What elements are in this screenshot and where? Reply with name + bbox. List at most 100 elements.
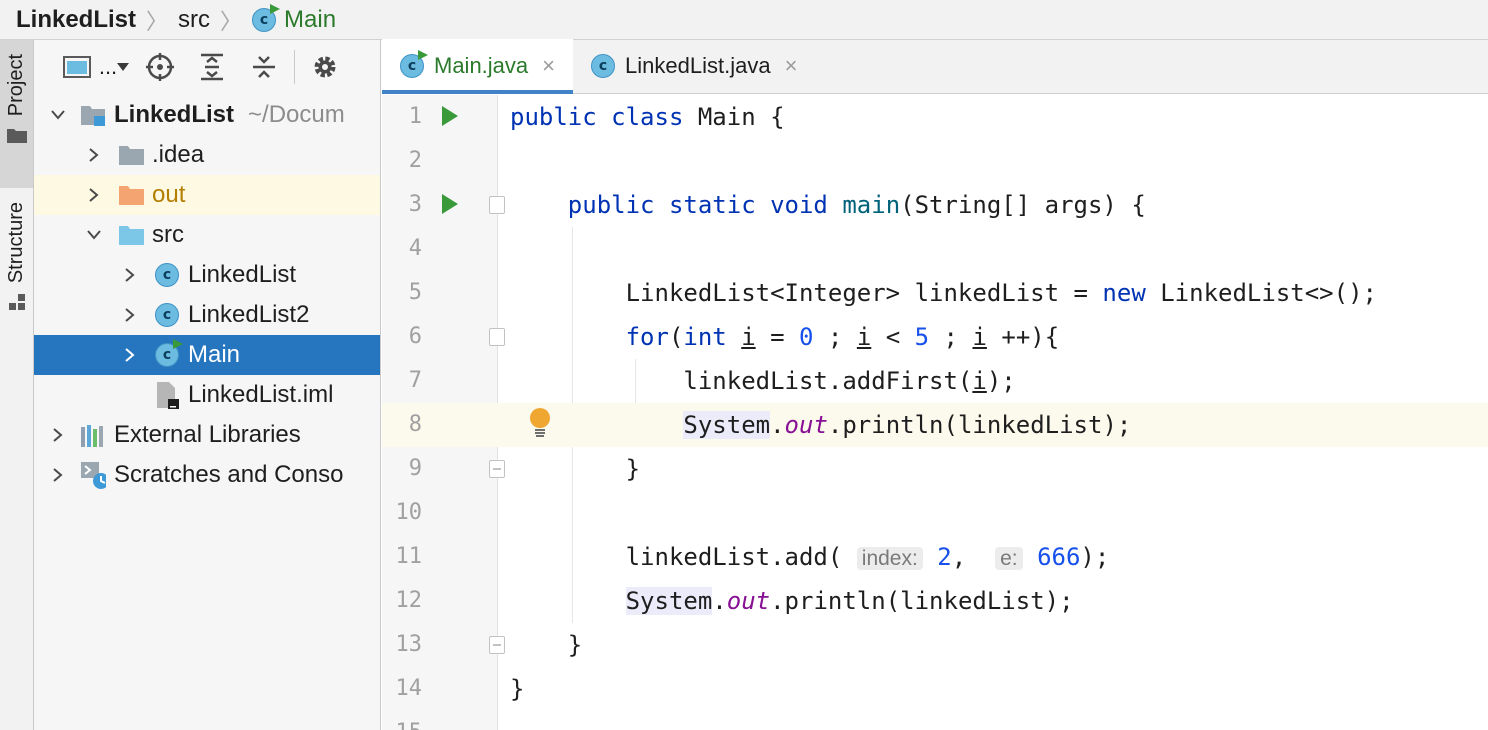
code-area[interactable]: 1 public class Main { 2 3 public static …: [382, 95, 1488, 730]
code-text: public static void main(String[] args) {: [567, 191, 1146, 219]
line-number: 6: [408, 324, 422, 349]
code-line: 3 public static void main(String[] args)…: [382, 183, 1488, 227]
code-line: 2: [382, 139, 1488, 183]
settings-button[interactable]: [299, 47, 351, 87]
close-icon[interactable]: ×: [785, 53, 798, 79]
code-line: 12 System.out.println(linkedList);: [382, 579, 1488, 623]
structure-icon: [8, 294, 25, 311]
java-class-run-icon: c: [154, 339, 183, 368]
chevron-right-icon[interactable]: [84, 175, 104, 215]
code-line: 5 LinkedList<Integer> linkedList = new L…: [382, 271, 1488, 315]
tree-root-path: ~/Docum: [248, 101, 345, 128]
code-text: System.out.println(linkedList);: [625, 587, 1074, 615]
code-line: 11 linkedList.add( index: 2, e: 666);: [382, 535, 1488, 579]
breadcrumb-file-label: Main: [284, 5, 337, 33]
chevron-right-icon[interactable]: [120, 335, 140, 375]
line-number: 1: [408, 104, 422, 129]
code-text: linkedList.add( index: 2, e: 666);: [510, 543, 1110, 571]
code-text: System.out.println(linkedList);: [683, 411, 1132, 439]
navigation-bar: LinkedList 〉 src 〉 c Main: [0, 0, 1488, 40]
line-number: 8: [408, 412, 422, 437]
tree-label-external-libraries: External Libraries: [114, 421, 301, 448]
tree-item-linkedlist2[interactable]: c LinkedList2: [34, 295, 380, 335]
structure-tab-label: Structure: [5, 202, 27, 284]
view-mode-dropdown[interactable]: ...: [58, 47, 134, 87]
tree-item-idea[interactable]: .idea: [34, 135, 380, 175]
module-folder-icon: [80, 102, 106, 128]
project-tab-label: Project: [5, 54, 27, 117]
java-class-icon: c: [154, 302, 180, 328]
iml-file-icon: [154, 382, 180, 409]
tree-label-scratches: Scratches and Conso: [114, 461, 344, 488]
locate-button[interactable]: [134, 47, 186, 87]
tree-item-project-root[interactable]: LinkedList ~/Docum: [34, 95, 380, 135]
collapse-all-button[interactable]: [238, 47, 290, 87]
tree-label-iml: LinkedList.iml: [188, 381, 334, 408]
library-icon: [80, 422, 106, 448]
run-icon[interactable]: [442, 194, 458, 214]
code-line: 1 public class Main {: [382, 95, 1488, 139]
expand-all-icon: [201, 53, 223, 81]
chevron-right-icon[interactable]: [120, 295, 140, 335]
tree-item-out[interactable]: out: [34, 175, 380, 215]
chevron-right-icon[interactable]: [48, 455, 68, 495]
breadcrumb-separator-icon: 〉: [220, 8, 243, 34]
editor-tab-bar: c Main.java × c LinkedList.java ×: [382, 39, 1488, 94]
chevron-right-icon[interactable]: [84, 135, 104, 175]
tree-item-scratches[interactable]: Scratches and Conso: [34, 455, 380, 495]
line-number: 13: [395, 632, 423, 657]
tool-window-strip: Project Structure: [0, 40, 34, 730]
project-tool-tab[interactable]: Project: [0, 40, 33, 188]
folder-icon: [6, 129, 27, 144]
tree-label-linkedlist: LinkedList: [188, 261, 297, 288]
breadcrumb-file[interactable]: c Main: [252, 3, 337, 34]
code-text: public class Main {: [510, 103, 785, 131]
line-number: 2: [408, 148, 422, 173]
tree-item-linkedlist[interactable]: c LinkedList: [34, 255, 380, 295]
source-folder-icon: [118, 222, 144, 248]
tree-item-iml[interactable]: LinkedList.iml: [34, 375, 380, 415]
breadcrumb-project[interactable]: LinkedList: [16, 6, 136, 34]
tree-item-src[interactable]: src: [34, 215, 380, 255]
code-text: linkedList.addFirst(i);: [510, 367, 1016, 395]
code-line: 9 }: [382, 447, 1488, 491]
fold-icon[interactable]: [489, 196, 505, 214]
fold-icon[interactable]: [489, 328, 505, 346]
project-toolbar: ...: [34, 40, 380, 94]
structure-tool-tab[interactable]: Structure: [0, 202, 33, 352]
code-line: 13 }: [382, 623, 1488, 667]
chevron-right-icon[interactable]: [48, 415, 68, 455]
line-number: 15: [382, 720, 423, 730]
locate-icon: [146, 53, 174, 81]
chevron-down-icon[interactable]: [84, 215, 104, 255]
code-text: }: [510, 675, 525, 703]
code-line: 6 for(int i = 0 ; i < 5 ; i ++){: [382, 315, 1488, 359]
chevron-down-icon[interactable]: [48, 95, 68, 135]
tab-main-java[interactable]: c Main.java ×: [382, 39, 574, 94]
tree-label-src: src: [152, 221, 184, 248]
tab-linkedlist-java[interactable]: c LinkedList.java ×: [573, 39, 815, 93]
code-line: 14 }: [382, 667, 1488, 711]
tree-label-project-root: LinkedList: [114, 101, 235, 128]
tree-item-main[interactable]: c Main: [34, 335, 380, 375]
parameter-hint: e:: [995, 547, 1023, 570]
fold-icon[interactable]: [489, 636, 505, 654]
run-icon[interactable]: [442, 106, 458, 126]
chevron-down-icon: [117, 63, 130, 71]
tree-label-linkedlist2: LinkedList2: [188, 301, 310, 328]
code-text: }: [510, 455, 641, 483]
class-run-icon: c: [252, 3, 281, 32]
close-icon[interactable]: ×: [542, 53, 555, 79]
tree-item-external-libraries[interactable]: External Libraries: [34, 415, 380, 455]
line-number: 14: [395, 676, 423, 701]
chevron-right-icon[interactable]: [120, 255, 140, 295]
breadcrumb-separator-icon: 〉: [146, 8, 169, 34]
breadcrumb-folder[interactable]: src: [178, 6, 210, 34]
line-number: 5: [408, 280, 422, 305]
line-number: 10: [395, 500, 423, 525]
code-line: 4: [382, 227, 1488, 271]
fold-icon[interactable]: [489, 460, 505, 478]
expand-all-button[interactable]: [186, 47, 238, 87]
project-panel: ... LinkedList ~/Docum .idea out src c L…: [34, 40, 381, 730]
line-number: 3: [408, 192, 422, 217]
